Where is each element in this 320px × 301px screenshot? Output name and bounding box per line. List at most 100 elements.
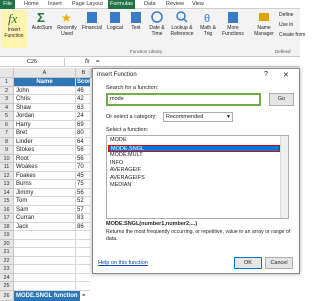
row-header[interactable]: 19 [0,231,14,240]
score-cell[interactable]: 69 [76,121,90,129]
use-in-formula-button[interactable]: Use in [279,22,293,28]
category-select[interactable]: Recommended ▼ [163,112,233,122]
score-cell[interactable]: 45 [76,172,90,180]
row-header[interactable]: 18 [0,222,14,231]
tab-insert[interactable]: Insert [48,0,62,9]
row-header[interactable]: 11 [0,163,14,172]
score-cell[interactable]: 63 [76,104,90,112]
close-icon[interactable]: ✕ [283,71,289,79]
name-box[interactable]: C26 [0,58,65,67]
score-cell[interactable]: 86 [76,223,90,231]
name-cell[interactable]: Harry [14,120,76,129]
function-list-item[interactable]: AVERAGEIFS [108,175,280,182]
function-list-item[interactable]: INFO [108,160,280,167]
empty-cell[interactable] [76,274,90,282]
fx-label[interactable]: fx [85,59,90,65]
name-cell[interactable]: Root [14,154,76,163]
name-cell[interactable]: Jack [14,222,76,231]
column-header-a[interactable]: A [14,68,76,78]
lookup-button[interactable]: Lookup & Reference [168,10,196,37]
name-cell[interactable]: Shaw [14,103,76,112]
date-time-button[interactable]: Date & Time [146,10,168,37]
formula-input[interactable]: = [96,59,100,65]
go-button[interactable]: Go [269,93,294,106]
empty-cell[interactable] [76,265,90,274]
row26-value-cell[interactable]: = [82,291,86,301]
empty-cell[interactable] [14,265,76,274]
autosum-button[interactable]: Σ AutoSum [30,10,54,31]
row-header[interactable]: 22 [0,256,14,265]
function-list-item[interactable]: MODE.SNGL [108,144,280,152]
cancel-button[interactable]: Cancel [265,257,293,269]
math-trig-button[interactable]: θ Math & Trig [197,10,219,37]
score-cell[interactable]: 56 [76,155,90,163]
empty-cell[interactable] [14,239,76,248]
empty-cell[interactable] [76,231,90,240]
logical-button[interactable]: Logical [104,10,126,31]
name-cell[interactable]: Stokes [14,146,76,155]
name-cell[interactable]: Jordan [14,112,76,121]
row-header[interactable]: 23 [0,265,14,274]
name-cell[interactable]: Woakes [14,163,76,172]
row-header[interactable]: 1 [0,78,14,87]
name-cell[interactable]: Sam [14,205,76,214]
name-cell[interactable]: Curran [14,214,76,223]
empty-cell[interactable] [14,231,76,240]
empty-cell[interactable] [76,240,90,248]
name-cell[interactable]: Linder [14,137,76,146]
empty-cell[interactable] [14,248,76,257]
insert-function-button[interactable]: fx Insert Function [1,10,27,48]
score-cell[interactable]: 64 [76,138,90,146]
tab-view[interactable]: View [192,0,204,9]
score-cell[interactable]: 75 [76,180,90,189]
ok-button[interactable]: OK [234,257,262,269]
name-cell[interactable]: Tom [14,197,76,206]
score-cell[interactable]: 57 [76,206,90,214]
row-header[interactable]: 3 [0,95,14,104]
recently-used-button[interactable]: ★ Recently Used [55,10,79,37]
row-header[interactable]: 5 [0,112,14,121]
function-list[interactable]: MODE MODE.SNGL MODE.MULT INFO AVERAGEIF AVERA… [106,135,289,219]
row26-label-cell[interactable]: MODE.SNGL function [14,291,80,301]
empty-cell[interactable] [14,282,76,291]
tab-data[interactable]: Data [144,0,156,9]
name-cell[interactable]: Chris [14,95,76,104]
empty-cell[interactable] [76,248,90,257]
function-list-item[interactable]: MEDIAN [108,182,280,189]
define-name-button[interactable]: Define [279,12,293,18]
row-header[interactable]: 20 [0,239,14,248]
column-header-b[interactable]: B [76,68,92,78]
score-cell[interactable]: 24 [76,112,90,121]
row-header[interactable]: 15 [0,197,14,206]
row-header[interactable]: 14 [0,188,14,197]
financial-button[interactable]: Financial [81,10,103,31]
help-link[interactable]: Help on this function [98,260,148,266]
tab-home[interactable]: Home [24,0,39,9]
name-cell[interactable]: John [14,86,76,95]
empty-cell[interactable] [76,257,90,265]
tab-file[interactable]: File [0,0,15,9]
score-cell[interactable]: 56 [76,146,90,155]
row-header[interactable]: 21 [0,248,14,257]
name-cell[interactable]: Burns [14,180,76,189]
row-header[interactable]: 24 [0,273,14,282]
score-cell[interactable]: 42 [76,95,90,104]
row-header[interactable]: 13 [0,180,14,189]
function-list-scrollbar[interactable] [280,136,288,218]
name-cell[interactable]: Foakes [14,171,76,180]
row-header[interactable]: 4 [0,103,14,112]
empty-cell[interactable] [14,256,76,265]
tab-formulas[interactable]: Formulas [108,0,135,9]
create-from-selection-button[interactable]: Create from [279,32,305,38]
empty-cell[interactable] [14,273,76,282]
name-cell[interactable]: Jimmy [14,188,76,197]
row-header[interactable]: 10 [0,154,14,163]
row-header[interactable]: 6 [0,120,14,129]
name-manager-button[interactable]: Name Manager [252,10,276,37]
function-list-item[interactable]: MODE.MULT [108,152,280,159]
text-button[interactable]: Text [127,10,145,31]
search-function-input[interactable]: mode [106,93,261,106]
row-header[interactable]: 2 [0,86,14,95]
row-header[interactable]: 26 [0,291,14,301]
row-header[interactable]: 7 [0,129,14,138]
